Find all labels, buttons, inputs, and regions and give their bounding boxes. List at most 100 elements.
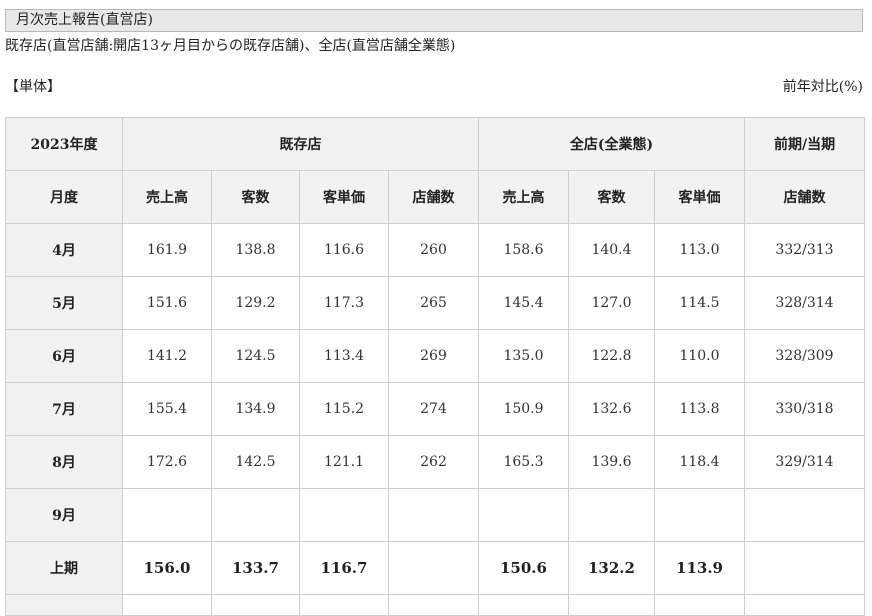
all-unit-price-cell: 113.0 [653, 223, 746, 277]
all-sales-cell: 145.4 [478, 276, 569, 330]
existing-unit-price-cell: 115.2 [299, 382, 389, 436]
all-sales-cell [478, 488, 569, 542]
total-existing-unit-price-cell: 116.7 [299, 541, 389, 595]
all-unit-price-cell: 118.4 [653, 435, 746, 489]
total-existing-store-count-cell [388, 541, 479, 595]
existing-unit-price-cell [299, 488, 389, 542]
total-all-unit-price-cell: 113.9 [653, 541, 746, 595]
existing-customers-cell: 129.2 [211, 276, 300, 330]
existing-sales-cell: 141.2 [122, 329, 212, 383]
month-header: 月度 [5, 170, 123, 224]
cutoff-cell [211, 594, 300, 616]
month-cell: 8月 [5, 435, 123, 489]
existing-store-count-cell: 265 [388, 276, 479, 330]
table-row: 6月 141.2 124.5 113.4 269 135.0 122.8 110… [5, 329, 866, 383]
all-sales-cell: 135.0 [478, 329, 569, 383]
month-cell: 6月 [5, 329, 123, 383]
col-store-count: 店舗数 [744, 170, 866, 224]
cutoff-cell [478, 594, 569, 616]
first-half-total-row: 上期 156.0 133.7 116.7 150.6 132.2 113.9 [5, 541, 866, 595]
existing-customers-cell: 142.5 [211, 435, 300, 489]
month-cell: 9月 [5, 488, 123, 542]
month-cell: 5月 [5, 276, 123, 330]
table-row: 8月 172.6 142.5 121.1 262 165.3 139.6 118… [5, 435, 866, 489]
existing-customers-cell [211, 488, 300, 542]
existing-sales-cell: 155.4 [122, 382, 212, 436]
cutoff-cell [5, 594, 123, 616]
all-customers-cell: 139.6 [568, 435, 655, 489]
store-count-cell: 328/309 [744, 329, 866, 383]
table-row: 9月 [5, 488, 866, 542]
existing-store-count-cell: 260 [388, 223, 479, 277]
existing-unit-price-cell: 113.4 [299, 329, 389, 383]
total-store-count-cell [744, 541, 866, 595]
total-existing-customers-cell: 133.7 [211, 541, 300, 595]
all-sales-cell: 165.3 [478, 435, 569, 489]
month-cell: 7月 [5, 382, 123, 436]
sales-table: 2023年度 既存店 全店(全業態) 前期/当期 月度 売上高 客数 客単価 店… [5, 117, 866, 616]
existing-sales-cell [122, 488, 212, 542]
total-existing-sales-cell: 156.0 [122, 541, 212, 595]
existing-customers-cell: 138.8 [211, 223, 300, 277]
col-all-unit-price: 客単価 [653, 170, 746, 224]
existing-store-count-cell [388, 488, 479, 542]
col-existing-store-count: 店舗数 [388, 170, 479, 224]
all-customers-cell: 140.4 [568, 223, 655, 277]
col-existing-sales: 売上高 [122, 170, 212, 224]
store-count-compare-header: 前期/当期 [744, 117, 866, 171]
cutoff-cell [299, 594, 389, 616]
year-header: 2023年度 [5, 117, 123, 171]
col-existing-customers: 客数 [211, 170, 300, 224]
all-unit-price-cell: 110.0 [653, 329, 746, 383]
all-sales-cell: 150.9 [478, 382, 569, 436]
total-all-customers-cell: 132.2 [568, 541, 655, 595]
cutoff-cell [388, 594, 479, 616]
cutoff-cell [744, 594, 866, 616]
all-unit-price-cell: 113.8 [653, 382, 746, 436]
existing-sales-cell: 172.6 [122, 435, 212, 489]
existing-unit-price-cell: 116.6 [299, 223, 389, 277]
col-all-sales: 売上高 [478, 170, 569, 224]
existing-unit-price-cell: 121.1 [299, 435, 389, 489]
existing-store-count-cell: 262 [388, 435, 479, 489]
store-count-cell: 329/314 [744, 435, 866, 489]
table-row: 4月 161.9 138.8 116.6 260 158.6 140.4 113… [5, 223, 866, 277]
table-row: 5月 151.6 129.2 117.3 265 145.4 127.0 114… [5, 276, 866, 330]
all-unit-price-cell: 114.5 [653, 276, 746, 330]
existing-store-header: 既存店 [122, 117, 479, 171]
store-count-cell: 330/318 [744, 382, 866, 436]
table-row-cut-off [5, 594, 866, 616]
all-unit-price-cell [653, 488, 746, 542]
all-customers-cell [568, 488, 655, 542]
report-note: 既存店(直営店舗:開店13ヶ月目からの既存店舗)、全店(直営店舗全業態) [5, 38, 456, 54]
existing-customers-cell: 134.9 [211, 382, 300, 436]
all-sales-cell: 158.6 [478, 223, 569, 277]
col-existing-unit-price: 客単価 [299, 170, 389, 224]
table-row: 7月 155.4 134.9 115.2 274 150.9 132.6 113… [5, 382, 866, 436]
entity-label: 【単体】 [5, 79, 61, 95]
cutoff-cell [122, 594, 212, 616]
existing-sales-cell: 151.6 [122, 276, 212, 330]
existing-store-count-cell: 274 [388, 382, 479, 436]
existing-sales-cell: 161.9 [122, 223, 212, 277]
store-count-cell [744, 488, 866, 542]
store-count-cell: 328/314 [744, 276, 866, 330]
store-count-cell: 332/313 [744, 223, 866, 277]
header-row-columns: 月度 売上高 客数 客単価 店舗数 売上高 客数 客単価 店舗数 [5, 170, 866, 224]
cutoff-cell [653, 594, 746, 616]
existing-customers-cell: 124.5 [211, 329, 300, 383]
month-cell: 4月 [5, 223, 123, 277]
unit-label: 前年対比(%) [782, 79, 863, 95]
col-all-customers: 客数 [568, 170, 655, 224]
all-customers-cell: 132.6 [568, 382, 655, 436]
all-customers-cell: 122.8 [568, 329, 655, 383]
cutoff-cell [568, 594, 655, 616]
existing-unit-price-cell: 117.3 [299, 276, 389, 330]
report-title-bar: 月次売上報告(直営店) [5, 9, 863, 32]
total-all-sales-cell: 150.6 [478, 541, 569, 595]
all-store-header: 全店(全業態) [477, 117, 746, 171]
report-title: 月次売上報告(直営店) [16, 12, 153, 28]
header-row-groups: 2023年度 既存店 全店(全業態) 前期/当期 [5, 117, 866, 171]
all-customers-cell: 127.0 [568, 276, 655, 330]
existing-store-count-cell: 269 [388, 329, 479, 383]
